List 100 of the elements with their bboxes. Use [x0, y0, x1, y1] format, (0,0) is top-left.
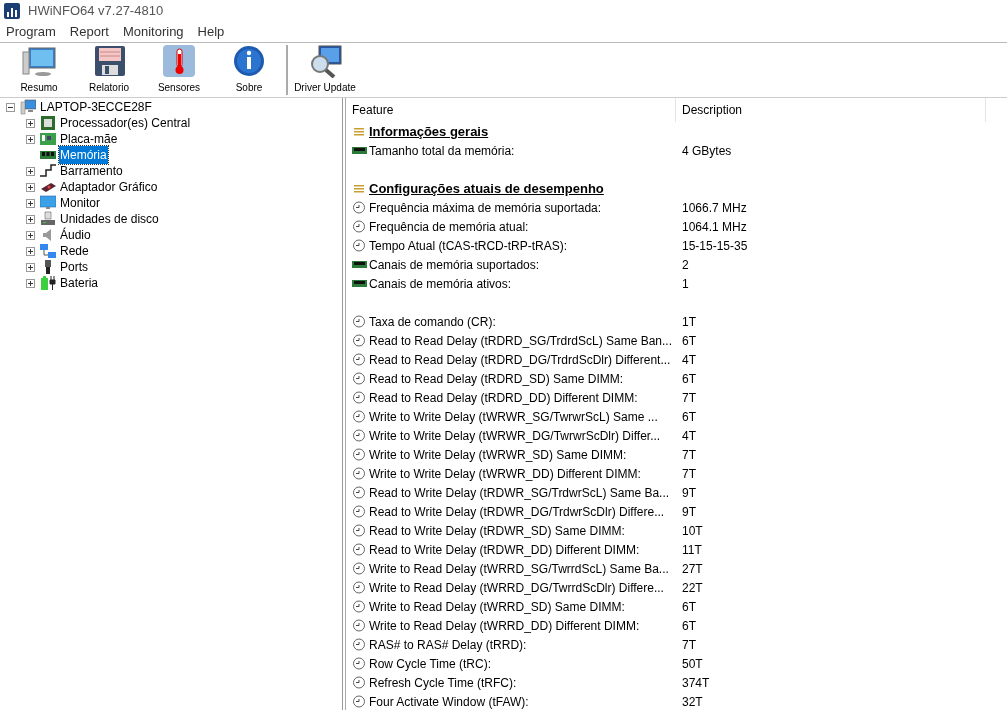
tree-item[interactable]: Adaptador Gráfico — [59, 178, 159, 196]
tree-item[interactable]: Rede — [59, 242, 90, 260]
description-value: 4T — [681, 351, 696, 369]
tree-item[interactable]: Barramento — [59, 162, 124, 180]
clock-icon — [352, 656, 367, 671]
description-value: 1T — [681, 313, 696, 331]
feature-label: Row Cycle Time (tRC): — [369, 655, 491, 673]
clock-icon — [352, 466, 367, 481]
description-value: 11T — [681, 541, 702, 559]
feature-label: Write to Read Delay (tWRRD_DD) Different DIMM: — [369, 617, 640, 635]
info-icon — [231, 44, 267, 78]
feature-label: RAS# to RAS# Delay (tRRD): — [369, 636, 527, 654]
feature-label: Four Activate Window (tFAW): — [369, 693, 529, 710]
tree-item[interactable]: Placa-mãe — [59, 130, 119, 148]
feature-label: Tempo Atual (tCAS-tRCD-tRP-tRAS): — [369, 237, 568, 255]
feature-label: Read to Write Delay (tRDWR_SG/TrdwrScL) Same Ba... — [369, 484, 670, 502]
monitor-icon — [21, 44, 57, 78]
menu-item[interactable]: Report — [67, 22, 111, 42]
feature-label: Write to Read Delay (tWRRD_SD) Same DIMM: — [369, 598, 625, 616]
clock-icon — [352, 599, 367, 614]
tree-item[interactable]: Ports — [59, 258, 89, 276]
feature-label: Read to Read Delay (tRDRD_DG/TrdrdScDlr) Different... — [369, 351, 671, 369]
feature-label: Informações gerais — [369, 122, 489, 141]
tree-item[interactable]: Bateria — [59, 274, 100, 292]
clock-icon — [352, 637, 367, 652]
description-value: 4 GBytes — [681, 142, 732, 160]
feature-label: Configurações atuais de desempenho — [369, 179, 604, 198]
feature-label: Write to Read Delay (tWRRD_SG/TwrrdScL) Same Ba... — [369, 560, 669, 578]
chip-icon — [40, 115, 56, 131]
feature-label: Write to Write Delay (tWRWR_DG/TwrwrScDlr) Differ... — [369, 427, 661, 445]
description-value: 1 — [681, 275, 689, 293]
clock-icon — [352, 333, 367, 348]
drive-icon — [40, 211, 56, 227]
feature-label: Canais de memória suportados: — [369, 256, 540, 274]
feature-label: Canais de memória ativos: — [369, 275, 512, 293]
monitor-icon — [40, 195, 56, 211]
clock-icon — [352, 618, 367, 633]
clock-icon — [352, 561, 367, 576]
feature-label: Refresh Cycle Time (tRFC): — [369, 674, 517, 692]
menu-item[interactable]: Help — [195, 22, 227, 42]
description-value: 6T — [681, 332, 696, 350]
feature-label: Taxa de comando (CR): — [369, 313, 496, 331]
tree-item[interactable]: Áudio — [59, 226, 92, 244]
description-value: 6T — [681, 408, 696, 426]
toolbar-button[interactable]: Relatorio — [74, 44, 144, 97]
toolbar-button[interactable]: Sensores — [144, 44, 214, 97]
window-title: HWiNFO64 v7.27-4810 — [28, 2, 164, 21]
clock-icon — [352, 428, 367, 443]
feature-label: Write to Write Delay (tWRWR_SG/TwrwrScL) Same ... — [369, 408, 658, 426]
clock-icon — [352, 200, 367, 215]
clock-icon — [352, 219, 367, 234]
clock-icon — [352, 238, 367, 253]
description-value: 7T — [681, 446, 696, 464]
description-value: 6T — [681, 617, 696, 635]
clock-icon — [352, 485, 367, 500]
feature-label: Read to Write Delay (tRDWR_DG/TrdwrScDlr) Differe... — [369, 503, 665, 521]
column-header[interactable]: Feature — [346, 98, 676, 122]
clock-icon — [352, 390, 367, 405]
description-value: 6T — [681, 370, 696, 388]
toolbar-button[interactable]: Driver Update — [290, 44, 360, 97]
description-value: 2 — [681, 256, 689, 274]
column-header[interactable]: Description — [676, 98, 986, 122]
feature-label: Read to Read Delay (tRDRD_SD) Same DIMM: — [369, 370, 624, 388]
clock-icon — [352, 314, 367, 329]
description-value: 6T — [681, 598, 696, 616]
description-value: 9T — [681, 484, 696, 502]
tree-item[interactable]: Unidades de disco — [59, 210, 160, 228]
clock-icon — [352, 447, 367, 462]
tree-item[interactable]: Monitor — [59, 194, 101, 212]
toolbar-button[interactable]: Resumo — [4, 44, 74, 97]
description-value: 15-15-15-35 — [681, 237, 748, 255]
description-value: 1064.1 MHz — [681, 218, 747, 236]
feature-label: Read to Write Delay (tRDWR_DD) Different DIMM: — [369, 541, 640, 559]
feature-label: Tamanho total da memória: — [369, 142, 515, 160]
toolbar-button[interactable]: Sobre — [214, 44, 284, 97]
clock-icon — [352, 694, 367, 709]
description-value: 7T — [681, 465, 696, 483]
clock-icon — [352, 352, 367, 367]
thermometer-icon — [161, 44, 197, 78]
feature-label: Frequência de memória atual: — [369, 218, 529, 236]
feature-label: Write to Read Delay (tWRRD_DG/TwrrdScDlr) Differe... — [369, 579, 664, 597]
battery-icon — [40, 275, 56, 291]
circuit-board-icon — [40, 131, 56, 147]
bus-line-icon — [40, 163, 56, 179]
network-computers-icon — [40, 243, 56, 259]
tree-item[interactable]: Processador(es) Central — [59, 114, 192, 132]
clock-icon — [352, 371, 367, 386]
app-logo-icon — [4, 3, 20, 19]
description-value: 9T — [681, 503, 696, 521]
tree-item[interactable]: LAPTOP-3ECCE28F — [39, 98, 153, 116]
clock-icon — [352, 504, 367, 519]
description-value: 32T — [681, 693, 703, 710]
menu-item[interactable]: Program — [4, 22, 58, 42]
feature-label: Read to Read Delay (tRDRD_DD) Different DIMM: — [369, 389, 638, 407]
feature-label: Write to Write Delay (tWRWR_SD) Same DIMM: — [369, 446, 627, 464]
description-value: 4T — [681, 427, 696, 445]
description-value: 50T — [681, 655, 703, 673]
menu-item[interactable]: Monitoring — [120, 22, 186, 42]
description-value: 7T — [681, 389, 696, 407]
tree-item[interactable]: Memória — [59, 146, 108, 164]
